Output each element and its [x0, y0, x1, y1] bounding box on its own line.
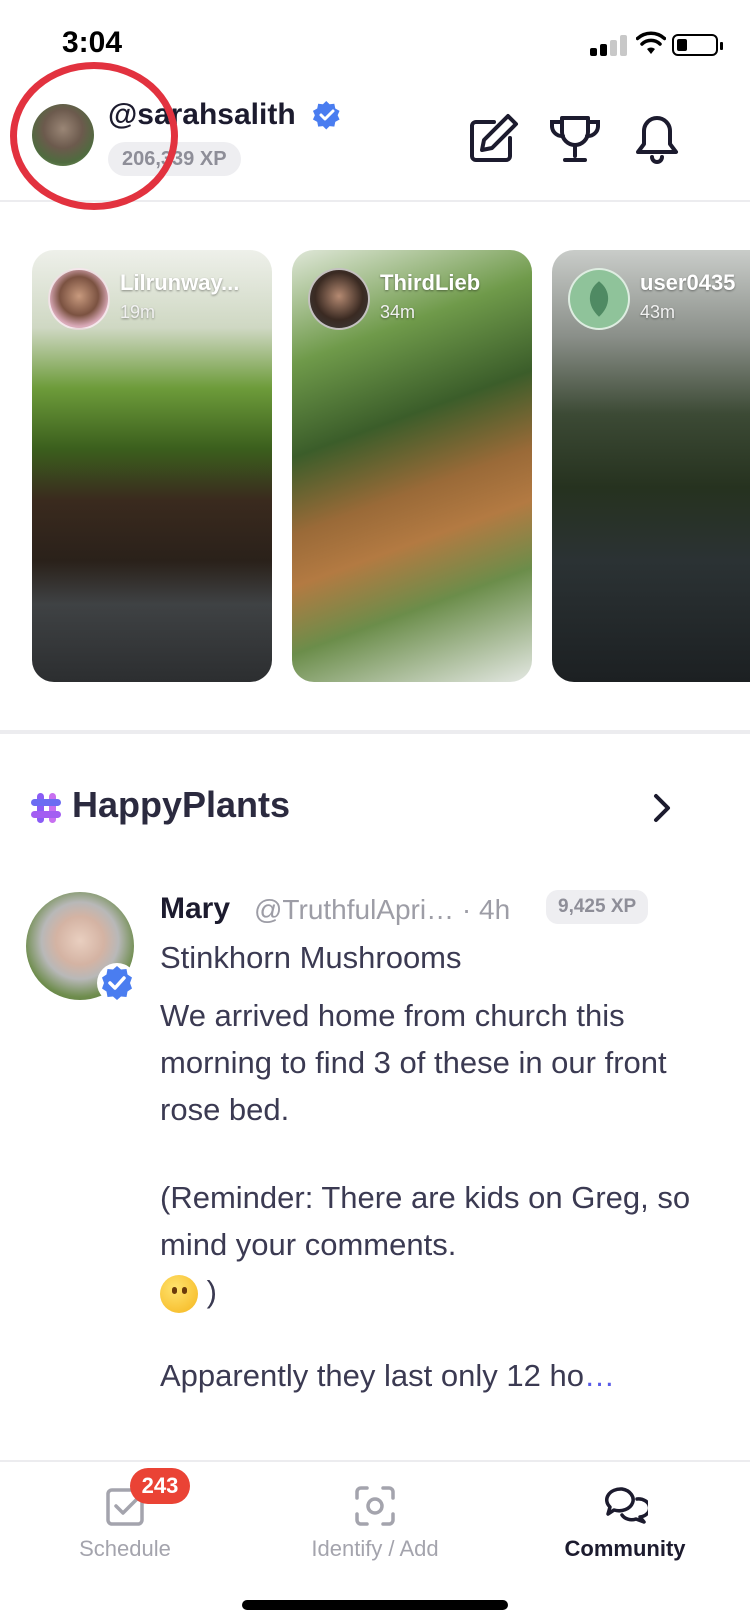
group-header[interactable]: HappyPlants — [0, 780, 750, 840]
notification-badge: 243 — [130, 1468, 190, 1504]
tab-community[interactable]: Community — [500, 1462, 750, 1572]
tab-label: Identify / Add — [311, 1536, 439, 1561]
trophy-icon[interactable] — [546, 110, 604, 168]
story-card[interactable]: ThirdLieb 34m — [292, 250, 532, 682]
read-more-link[interactable]: … — [584, 1358, 615, 1393]
post-paragraph-text: Apparently they last only 12 ho — [160, 1358, 584, 1393]
highlight-circle — [10, 62, 178, 210]
story-avatar — [308, 268, 370, 330]
battery-icon — [672, 34, 723, 56]
post-author-handle[interactable]: @TruthfulApri… · 4h — [254, 894, 510, 926]
status-time: 3:04 — [62, 26, 123, 59]
home-indicator — [242, 1600, 508, 1610]
story-time: 19m — [120, 302, 156, 322]
group-name[interactable]: HappyPlants — [72, 784, 290, 826]
post-xp-badge: 9,425 XP — [546, 890, 649, 924]
post-title: Stinkhorn Mushrooms — [160, 940, 462, 975]
compose-icon[interactable] — [464, 110, 522, 168]
story-time: 34m — [380, 302, 416, 322]
verified-badge-icon — [97, 963, 137, 1003]
verified-badge-icon — [312, 100, 340, 130]
chat-bubbles-icon — [605, 1487, 648, 1524]
stories-carousel[interactable]: Lilrunway... 19m ThirdLieb 34m user0435 … — [0, 204, 750, 734]
wifi-icon — [636, 31, 666, 54]
story-username: user0435 — [640, 270, 736, 295]
story-avatar — [568, 268, 630, 330]
post-time: · 4h — [461, 894, 511, 925]
story-avatar — [48, 268, 110, 330]
story-card[interactable]: Lilrunway... 19m — [32, 250, 272, 682]
story-username: Lilrunway... — [120, 270, 240, 295]
post-author-name[interactable]: Mary — [160, 892, 230, 926]
story-time: 43m — [640, 302, 676, 322]
leaf-icon — [589, 281, 609, 317]
story-username: ThirdLieb — [380, 270, 481, 295]
handle-text: @TruthfulApri… — [254, 894, 455, 925]
tab-label: Schedule — [79, 1536, 171, 1561]
post-paragraph-text: (Reminder: There are kids on Greg, so mi… — [160, 1180, 691, 1262]
tab-identify-add[interactable]: Identify / Add — [250, 1462, 500, 1572]
chevron-right-icon[interactable] — [648, 790, 676, 826]
post-paragraph: Apparently they last only 12 ho… — [160, 1352, 740, 1399]
signal-icon — [590, 34, 628, 56]
tab-schedule[interactable]: 243 Schedule — [0, 1462, 250, 1572]
bell-icon[interactable] — [628, 110, 686, 168]
post-paragraph-close: ) — [206, 1274, 217, 1309]
hashtag-icon — [31, 793, 61, 823]
scan-icon — [355, 1486, 395, 1526]
story-card[interactable]: user0435 43m — [552, 250, 750, 682]
smiley-emoji-icon — [160, 1274, 198, 1313]
tab-label: Community — [564, 1536, 686, 1561]
post-paragraph: (Reminder: There are kids on Greg, so mi… — [160, 1174, 720, 1315]
post-paragraph: We arrived home from church this morning… — [160, 998, 667, 1127]
